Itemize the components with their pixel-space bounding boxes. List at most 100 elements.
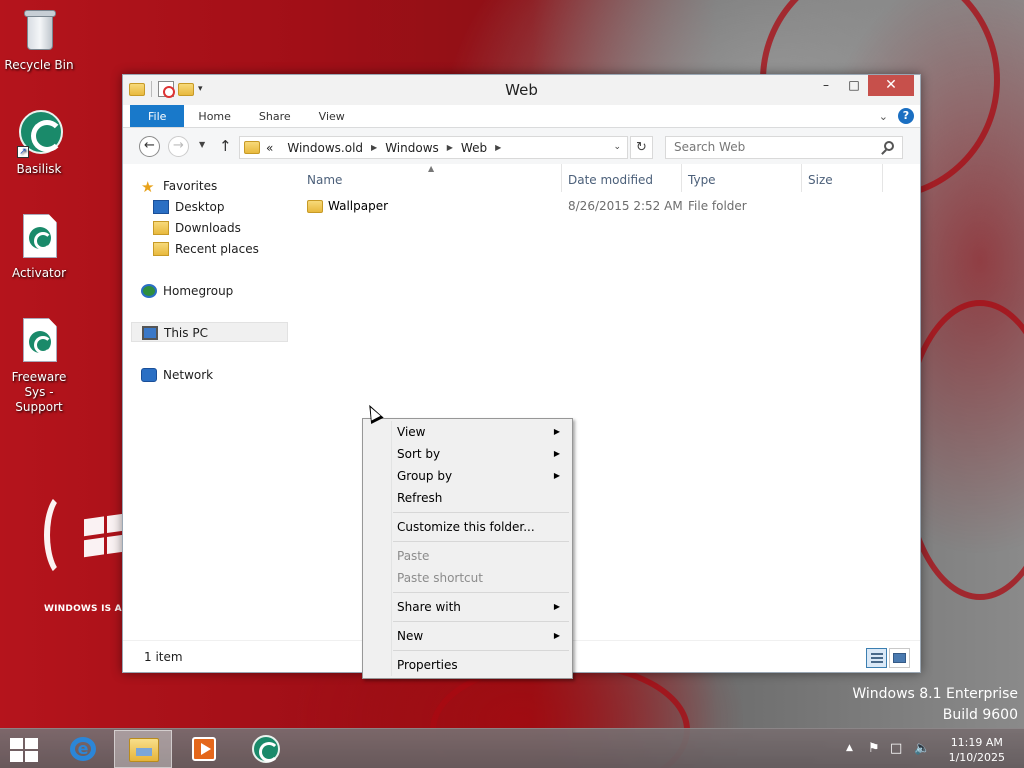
basilisk-icon <box>252 735 280 763</box>
window-title: Web <box>505 81 538 99</box>
address-history-chevron-icon[interactable]: ⌄ <box>613 142 621 152</box>
clock-time: 11:19 AM <box>950 736 1003 749</box>
recycle-bin-label: Recycle Bin <box>4 58 74 72</box>
nav-downloads[interactable]: Downloads <box>153 218 310 238</box>
menu-item-label: Refresh <box>397 491 443 505</box>
search-icon[interactable] <box>884 141 894 151</box>
file-name: Wallpaper <box>328 199 389 213</box>
freeware-support-icon <box>17 318 61 366</box>
breadcrumb-windows[interactable]: Windows <box>385 141 439 155</box>
network-icon[interactable]: □ <box>890 741 902 756</box>
submenu-arrow-icon: ▶ <box>553 631 560 640</box>
menu-item-label: Paste shortcut <box>397 571 483 585</box>
menu-item-properties[interactable]: Properties <box>365 654 570 676</box>
column-divider[interactable] <box>882 164 883 192</box>
taskbar-media-player[interactable] <box>174 730 232 768</box>
item-count: 1 item <box>144 650 183 664</box>
nav-favorites[interactable]: ★ Favorites <box>141 176 298 196</box>
address-bar[interactable]: « Windows.old ▶ Windows ▶ Web ▶ ⌄ <box>239 136 628 159</box>
minimize-button[interactable]: – <box>812 75 840 96</box>
refresh-button[interactable]: ↻ <box>630 136 653 159</box>
context-menu[interactable]: View ▶ Sort by ▶ Group by ▶ Refresh Customi… <box>362 418 573 679</box>
menu-item-paste: Paste <box>365 545 570 567</box>
taskbar-file-explorer[interactable] <box>114 730 172 768</box>
file-explorer-icon <box>129 738 159 762</box>
close-button[interactable]: ✕ <box>868 75 914 96</box>
menu-item-label: Share with <box>397 600 461 614</box>
table-row[interactable]: Wallpaper 8/26/2015 2:52 AM File folder <box>301 196 900 218</box>
help-icon[interactable]: ? <box>898 108 914 124</box>
search-placeholder: Search Web <box>674 140 746 154</box>
freeware-support-shortcut[interactable]: Freeware Sys - Support <box>1 318 77 415</box>
menu-item-view[interactable]: View ▶ <box>365 421 570 443</box>
expand-ribbon-icon[interactable]: ⌄ <box>879 110 888 123</box>
network-icon <box>141 367 157 382</box>
recycle-bin[interactable]: Recycle Bin <box>1 6 77 73</box>
up-button[interactable]: ↑ <box>219 137 232 155</box>
menu-item-customize-folder[interactable]: Customize this folder... <box>365 516 570 538</box>
column-name[interactable]: Name <box>307 172 342 192</box>
menu-separator <box>393 512 569 513</box>
action-center-flag-icon[interactable]: ⚑ <box>868 741 880 756</box>
nav-downloads-label: Downloads <box>175 221 241 235</box>
activator-shortcut[interactable]: Activator <box>1 214 77 281</box>
breadcrumb-web[interactable]: Web <box>461 141 487 155</box>
menu-item-refresh[interactable]: Refresh <box>365 487 570 509</box>
os-watermark: Windows 8.1 Enterprise Build 9600 <box>852 684 1018 726</box>
nav-network[interactable]: Network <box>141 365 298 385</box>
basilisk-label: Basilisk <box>16 162 62 176</box>
taskbar-basilisk[interactable] <box>236 730 294 768</box>
nav-thispc-label: This PC <box>164 326 208 340</box>
nav-this-pc[interactable]: This PC <box>131 322 288 342</box>
menu-item-new[interactable]: New ▶ <box>365 625 570 647</box>
internet-explorer-icon: e <box>70 737 96 761</box>
column-date-modified[interactable]: Date modified <box>568 172 653 192</box>
chevron-right-icon[interactable]: ▶ <box>371 143 377 152</box>
tab-view[interactable]: View <box>305 105 359 127</box>
submenu-arrow-icon: ▶ <box>553 427 560 436</box>
search-input[interactable]: Search Web <box>665 136 903 159</box>
details-view-button[interactable] <box>866 648 887 668</box>
maximize-button[interactable]: □ <box>840 75 868 96</box>
breadcrumb-windows-old[interactable]: Windows.old <box>287 141 363 155</box>
tab-home[interactable]: Home <box>184 105 244 127</box>
clock[interactable]: 11:19 AM 1/10/2025 <box>949 735 1005 765</box>
navigation-pane: ★ Favorites Desktop Downloads Recent plac… <box>131 164 288 640</box>
navigation-bar: ← → ▼ ↑ « Windows.old ▶ Windows ▶ Web ▶ … <box>123 128 920 164</box>
column-divider[interactable] <box>561 164 562 192</box>
nav-desktop[interactable]: Desktop <box>153 197 310 217</box>
downloads-icon <box>153 220 169 235</box>
wallpaper-brand-text: WINDOWS IS A PROUD <box>44 604 124 614</box>
system-tray: ▲ ⚑ □ 🔈 11:19 AM 1/10/2025 <box>844 729 1024 768</box>
large-icons-view-button[interactable] <box>889 648 910 668</box>
volume-muted-icon[interactable]: 🔈 <box>914 741 930 756</box>
menu-separator <box>393 650 569 651</box>
menu-item-sort-by[interactable]: Sort by ▶ <box>365 443 570 465</box>
start-button[interactable] <box>10 738 39 762</box>
forward-button[interactable]: → <box>168 136 189 157</box>
nav-homegroup[interactable]: Homegroup <box>141 281 298 301</box>
column-type[interactable]: Type <box>688 172 716 192</box>
nav-recent-places[interactable]: Recent places <box>153 239 310 259</box>
column-size[interactable]: Size <box>808 172 833 192</box>
os-build: Build 9600 <box>942 707 1018 723</box>
recent-locations-chevron-icon[interactable]: ▼ <box>199 140 205 149</box>
show-hidden-icons-icon[interactable]: ▲ <box>846 743 853 753</box>
chevron-right-icon[interactable]: ▶ <box>495 143 501 152</box>
menu-item-group-by[interactable]: Group by ▶ <box>365 465 570 487</box>
menu-item-label: Paste <box>397 549 430 563</box>
taskbar-internet-explorer[interactable]: e <box>52 730 110 768</box>
tab-share[interactable]: Share <box>245 105 305 127</box>
chevron-right-icon[interactable]: ▶ <box>447 143 453 152</box>
column-divider[interactable] <box>681 164 682 192</box>
title-bar[interactable]: ▾ Web – □ ✕ <box>123 75 920 105</box>
menu-item-share-with[interactable]: Share with ▶ <box>365 596 570 618</box>
ribbon-tabs: File Home Share View ⌄ ? <box>123 105 920 128</box>
tab-file[interactable]: File <box>130 105 185 127</box>
basilisk-shortcut[interactable]: ↗ Basilisk <box>1 110 77 177</box>
details-view-icon <box>871 653 883 663</box>
back-button[interactable]: ← <box>139 136 160 157</box>
breadcrumb-overflow[interactable]: « <box>266 141 273 155</box>
menu-separator <box>393 541 569 542</box>
column-divider[interactable] <box>801 164 802 192</box>
